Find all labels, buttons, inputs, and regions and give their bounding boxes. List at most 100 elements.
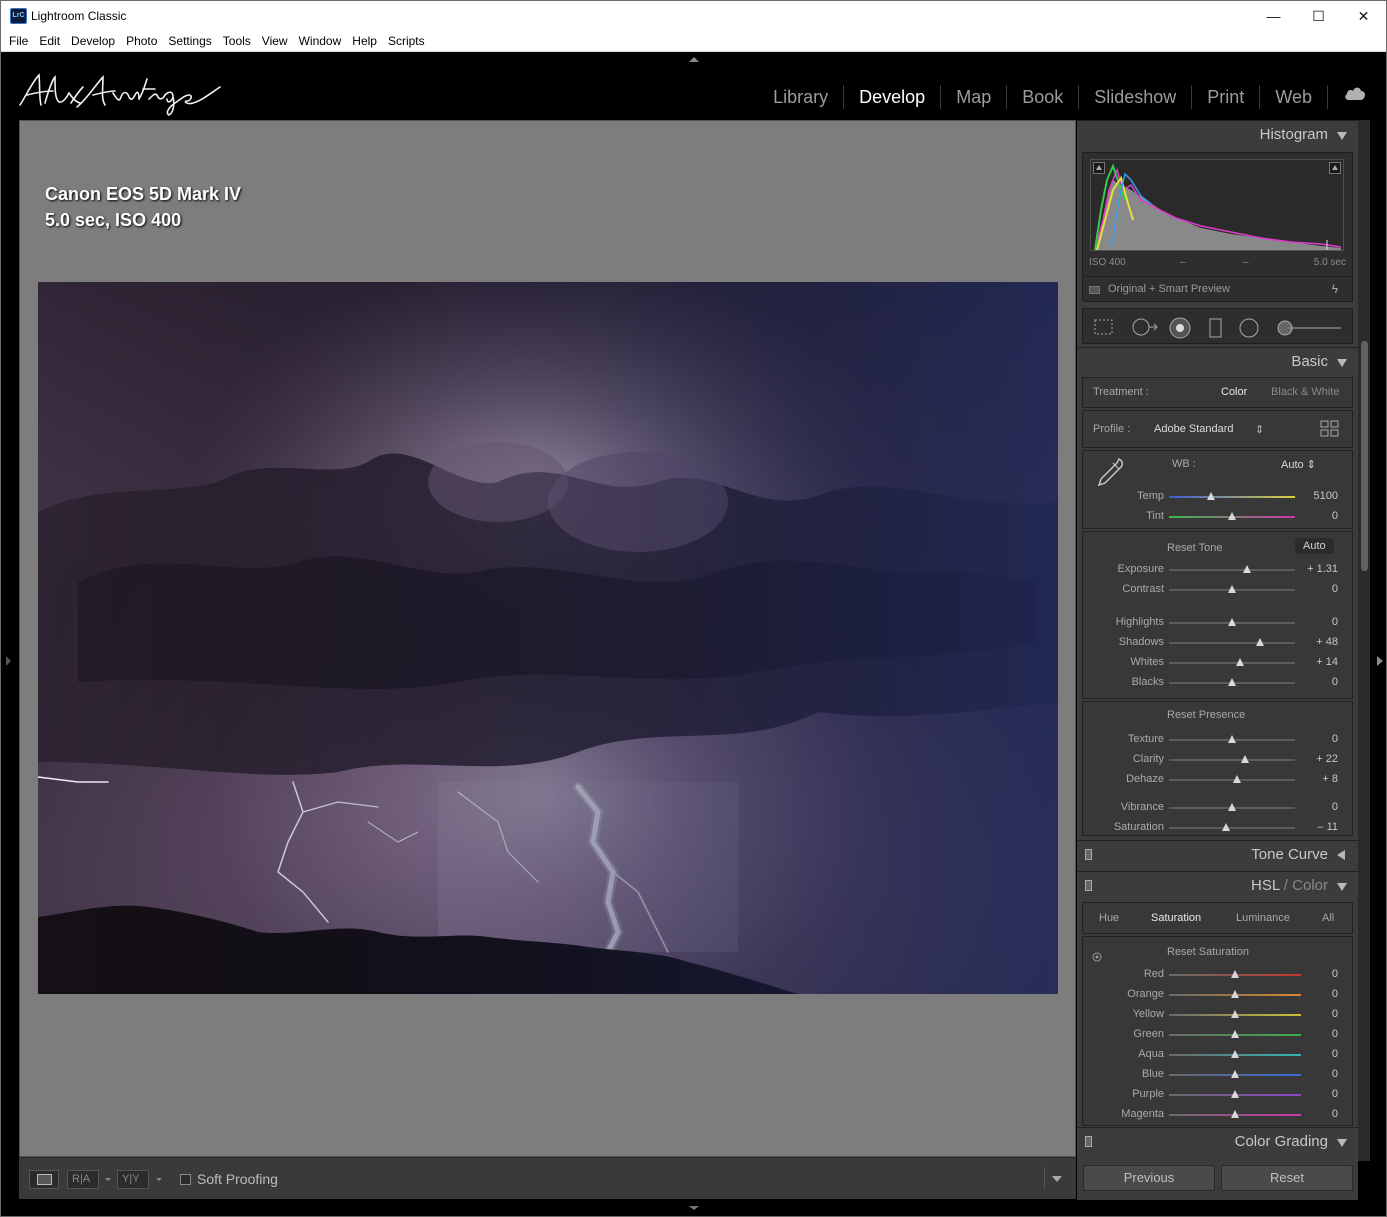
previous-button[interactable]: Previous [1083,1165,1215,1191]
reset-saturation-button[interactable]: Reset Saturation [1167,946,1249,958]
loupe-view-button[interactable] [29,1170,59,1189]
before-after-dropdown-icon[interactable] [105,1178,111,1181]
slider-thumb-blue[interactable] [1231,1070,1239,1078]
slider-value-vibrance[interactable]: 0 [1332,801,1338,813]
slider-thumb-yellow[interactable] [1231,1010,1239,1018]
targeted-adjustment-icon[interactable] [1092,949,1102,967]
spot-removal-tool-icon[interactable] [1131,317,1161,337]
radial-filter-icon[interactable] [1238,317,1259,338]
module-library[interactable]: Library [758,85,845,109]
slider-thumb-whites[interactable] [1235,658,1244,666]
temp-slider-track[interactable] [1169,496,1295,498]
menu-scripts[interactable]: Scripts [382,31,430,52]
slider-thumb-exposure[interactable] [1243,565,1252,573]
slider-track-shadows[interactable] [1169,642,1295,644]
slider-thumb-clarity[interactable] [1240,755,1249,763]
slider-thumb-vibrance[interactable] [1228,803,1236,811]
menu-file[interactable]: File [3,31,33,52]
slider-value-red[interactable]: 0 [1332,968,1338,980]
tone-curve-header[interactable]: Tone Curve [1077,840,1358,869]
slider-thumb-contrast[interactable] [1228,585,1236,593]
module-develop[interactable]: Develop [844,85,942,109]
slider-track-dehaze[interactable] [1169,779,1295,781]
tab-luminance[interactable]: Luminance [1236,912,1290,924]
hsl-toggle[interactable] [1085,880,1092,891]
slider-value-yellow[interactable]: 0 [1332,1008,1338,1020]
menu-develop[interactable]: Develop [65,31,120,52]
red-eye-tool-icon[interactable] [1169,317,1191,339]
tab-saturation[interactable]: Saturation [1151,912,1201,924]
menu-photo[interactable]: Photo [120,31,162,52]
slider-value-highlights[interactable]: 0 [1332,616,1338,628]
slider-track-exposure[interactable] [1169,569,1295,571]
module-web[interactable]: Web [1260,85,1328,109]
shadow-clipping-icon[interactable] [1093,162,1105,174]
auto-tone-button[interactable]: Auto [1295,538,1334,554]
profile-select-arrows-icon[interactable]: ⇕ [1255,423,1264,436]
hsl-title-color[interactable]: Color [1292,877,1328,894]
slider-thumb-dehaze[interactable] [1233,775,1242,783]
adjustment-brush-icon[interactable] [1275,317,1345,337]
lightning-storm-photo[interactable] [38,282,1058,994]
menu-settings[interactable]: Settings [162,31,216,52]
treatment-bw-button[interactable]: Black & White [1271,386,1339,398]
menu-tools[interactable]: Tools [217,31,256,52]
slider-value-blue[interactable]: 0 [1332,1068,1338,1080]
histogram-graph[interactable] [1090,159,1344,251]
reset-tone-button[interactable]: Reset Tone [1167,542,1222,554]
crop-tool-icon[interactable] [1093,317,1113,337]
right-panel-scrollbar[interactable] [1358,120,1370,1161]
maximize-button[interactable]: ☐ [1296,1,1341,31]
slider-thumb-shadows[interactable] [1255,638,1264,646]
slider-value-exposure[interactable]: + 1.31 [1307,563,1338,575]
left-panel-toggle-icon[interactable] [6,656,11,666]
tab-hue[interactable]: Hue [1099,912,1119,924]
wb-select[interactable]: Auto ⇕ [1281,458,1316,471]
slider-value-texture[interactable]: 0 [1332,733,1338,745]
menu-window[interactable]: Window [293,31,347,52]
soft-proofing-checkbox[interactable] [180,1174,191,1185]
slider-value-clarity[interactable]: + 22 [1316,753,1338,765]
module-slideshow[interactable]: Slideshow [1079,85,1193,109]
tint-slider-thumb[interactable] [1228,512,1236,520]
slider-value-dehaze[interactable]: + 8 [1322,773,1338,785]
basic-header[interactable]: Basic [1077,347,1358,376]
temp-value[interactable]: 5100 [1314,490,1338,502]
menu-edit[interactable]: Edit [33,31,65,52]
cloud-sync-icon[interactable] [1328,85,1366,109]
slider-value-purple[interactable]: 0 [1332,1088,1338,1100]
slider-thumb-orange[interactable] [1231,990,1239,998]
color-grading-toggle[interactable] [1085,1136,1092,1147]
slider-thumb-blacks[interactable] [1228,678,1236,686]
reset-button[interactable]: Reset [1221,1165,1353,1191]
top-panel-toggle-icon[interactable] [689,57,699,62]
slider-track-whites[interactable] [1169,662,1295,664]
reset-presence-button[interactable]: Reset Presence [1167,709,1245,721]
slider-thumb-saturation[interactable] [1221,823,1230,831]
module-print[interactable]: Print [1192,85,1261,109]
treatment-color-button[interactable]: Color [1221,386,1247,398]
tab-all[interactable]: All [1322,912,1334,924]
menu-view[interactable]: View [256,31,293,52]
right-panel-toggle-icon[interactable] [1377,656,1383,666]
photo-canvas[interactable]: Canon EOS 5D Mark IV 5.0 sec, ISO 400 [19,120,1076,1157]
module-book[interactable]: Book [1007,85,1080,109]
hsl-title-hsl[interactable]: HSL [1251,877,1280,894]
temp-slider-thumb[interactable] [1206,492,1215,500]
slider-value-orange[interactable]: 0 [1332,988,1338,1000]
close-button[interactable]: ✕ [1341,1,1386,31]
slider-value-contrast[interactable]: 0 [1332,583,1338,595]
tint-value[interactable]: 0 [1332,510,1338,522]
color-grading-header[interactable]: Color Grading [1077,1127,1358,1156]
slider-thumb-texture[interactable] [1228,735,1236,743]
slider-value-shadows[interactable]: + 48 [1316,636,1338,648]
slider-value-whites[interactable]: + 14 [1316,656,1338,668]
slider-value-blacks[interactable]: 0 [1332,676,1338,688]
slider-value-magenta[interactable]: 0 [1332,1108,1338,1120]
slider-thumb-purple[interactable] [1231,1090,1239,1098]
minimize-button[interactable]: — [1251,1,1296,31]
slider-value-saturation[interactable]: – 11 [1317,821,1338,833]
profile-browser-grid-icon[interactable] [1320,420,1340,443]
filmstrip-toggle-icon[interactable] [689,1206,699,1210]
right-panel-scroll-thumb[interactable] [1361,341,1368,571]
